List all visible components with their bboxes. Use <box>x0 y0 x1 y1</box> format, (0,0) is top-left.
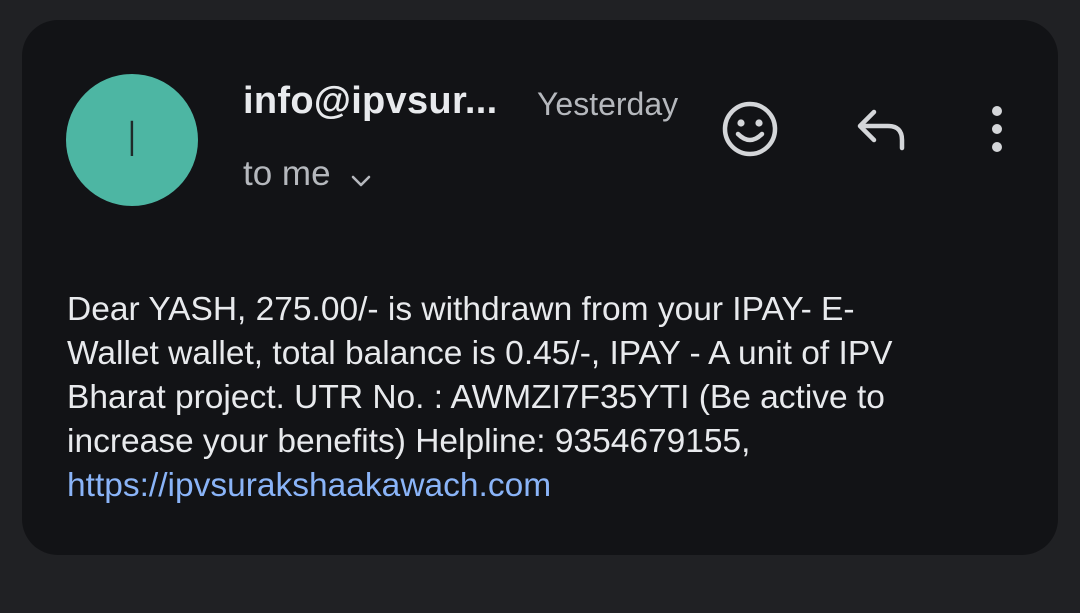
recipient-dropdown[interactable]: to me <box>243 154 373 194</box>
body-line: Bharat project. UTR No. : AWMZI7F35YTI (… <box>67 379 885 416</box>
body-line: Wallet wallet, total balance is 0.45/-, … <box>67 335 893 372</box>
sender-name[interactable]: info@ipvsur... <box>243 80 498 123</box>
recipient-label: to me <box>243 154 331 193</box>
body-line: increase your benefits) Helpline: 935467… <box>67 423 751 460</box>
body-line: Dear YASH, 275.00/- is withdrawn from yo… <box>67 291 855 328</box>
website-link[interactable]: https://ipvsurakshaakawach.com <box>67 467 551 504</box>
email-body: Dear YASH, 275.00/- is withdrawn from yo… <box>67 288 1027 508</box>
more-options-button[interactable] <box>967 96 1027 166</box>
reply-icon <box>854 104 910 159</box>
email-date: Yesterday <box>537 86 679 122</box>
chevron-down-icon <box>349 162 373 187</box>
sender-avatar[interactable]: I <box>66 74 198 206</box>
email-card: I info@ipvsur... Yesterday to me Dear YA… <box>22 20 1058 555</box>
more-vert-icon <box>987 104 1007 159</box>
reply-button[interactable] <box>847 96 917 166</box>
add-reaction-icon <box>721 100 779 163</box>
add-reaction-button[interactable] <box>715 96 785 166</box>
avatar-letter: I <box>124 112 140 168</box>
